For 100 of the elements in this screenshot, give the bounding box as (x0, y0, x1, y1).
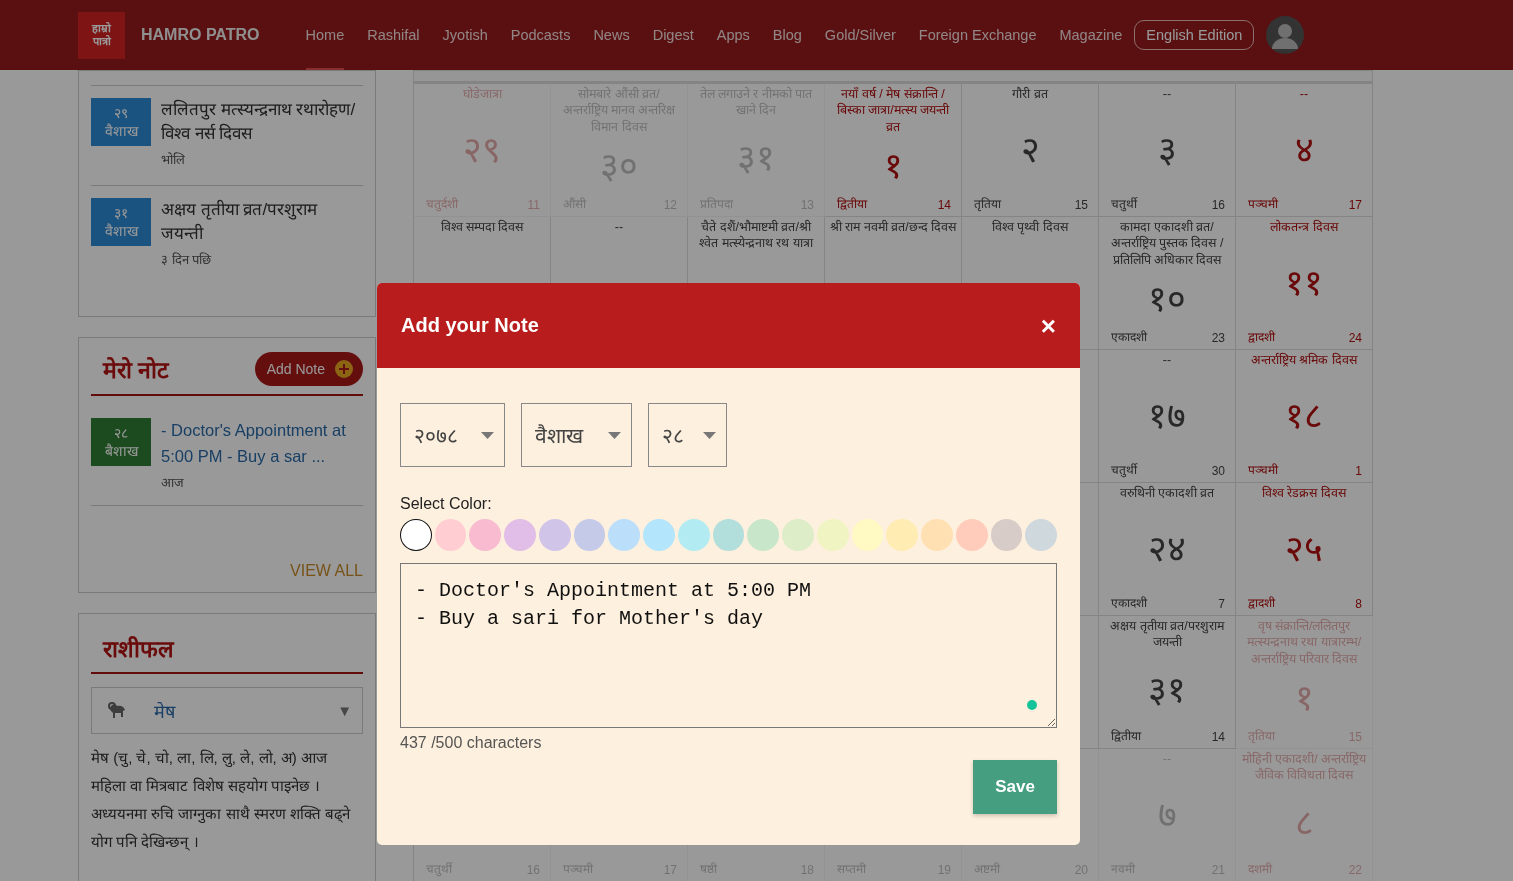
date-select[interactable]: २०७८ (400, 403, 505, 467)
color-swatch[interactable] (643, 519, 675, 551)
color-swatch[interactable] (400, 519, 432, 551)
event-label: श्री राम नवमी व्रत/छन्द दिवस (829, 219, 957, 236)
event-label: अक्षय तृतीया व्रत/परशुराम जयन्ती (1109, 618, 1226, 651)
event-label: विश्व सम्पदा दिवस (439, 219, 525, 236)
date-select[interactable]: वैशाख (521, 403, 632, 467)
note-text[interactable]: - Doctor's Appointment at 5:00 PM - Buy a sar ... (161, 418, 363, 470)
tithi-label: एकादशी (1111, 595, 1147, 611)
english-date: 14 (937, 198, 951, 212)
day-number: २ (1019, 128, 1041, 173)
english-date: 1 (1355, 464, 1362, 478)
calendar-cell[interactable]: विश्व रेडक्रस दिवस २५ द्वादशी 8 (1236, 483, 1373, 616)
color-swatch[interactable] (1025, 519, 1057, 551)
day-number: १७ (1147, 394, 1187, 439)
day-number: ४ (1293, 128, 1315, 173)
nav-link[interactable]: Magazine (1059, 0, 1123, 70)
calendar-cell[interactable]: -- ३ चतुर्थी 16 (1099, 84, 1236, 217)
event-label: गौरी व्रत (1011, 86, 1050, 103)
character-counter: 437 /500 characters (400, 734, 543, 752)
nav-link[interactable]: Blog (772, 0, 802, 70)
calendar-cell[interactable]: कामदा एकादशी व्रत/ अन्तर्राष्ट्रिय पुस्तक दिवस / प्रतिलिपि अधिकार दिवस १० एकादशी 23 (1099, 217, 1236, 350)
day-number: ३ (1156, 128, 1178, 173)
status-dot-icon (1027, 700, 1037, 710)
note-when: आज (161, 474, 185, 492)
day-number: २४ (1147, 527, 1187, 572)
event-label: लोकतन्त्र दिवस (1269, 219, 1340, 236)
day-number: ११ (1284, 261, 1324, 306)
tithi-label: द्वादशी (1248, 595, 1275, 611)
color-swatch[interactable] (608, 519, 641, 551)
color-swatch[interactable] (677, 519, 710, 551)
event-label: -- (1298, 86, 1310, 103)
calendar-cell[interactable]: वरुथिनी एकादशी व्रत २४ एकादशी 7 (1099, 483, 1236, 616)
tithi-label: द्वितीया (1111, 728, 1141, 744)
event-label: -- (613, 219, 625, 236)
calendar-cell[interactable]: -- १७ चतुर्थी 30 (1099, 350, 1236, 483)
view-all-link[interactable]: VIEW ALL (91, 562, 363, 580)
day-number: २५ (1284, 527, 1324, 572)
notes-title: मेरो नोट (103, 356, 170, 385)
day-number: १ (882, 144, 904, 189)
nav-link[interactable]: Jyotish (442, 0, 488, 70)
nav-link[interactable]: Rashifal (367, 0, 420, 70)
nav-link[interactable]: Podcasts (510, 0, 571, 70)
date-select[interactable]: २८ (648, 403, 727, 467)
color-label: Select Color: (400, 495, 493, 513)
color-swatch[interactable] (469, 519, 502, 551)
english-date: 14 (1211, 730, 1225, 744)
calendar-cell[interactable]: लोकतन्त्र दिवस ११ द्वादशी 24 (1236, 217, 1373, 350)
add-note-button[interactable]: Add Note (254, 352, 363, 386)
event-label: विश्व रेडक्रस दिवस (1261, 485, 1348, 502)
event-label: कामदा एकादशी व्रत/ अन्तर्राष्ट्रिय पुस्तक दिवस / प्रतिलिपि अधिकार दिवस (1109, 219, 1225, 268)
save-button[interactable]: Save (973, 760, 1057, 814)
color-swatch[interactable] (538, 519, 571, 551)
english-date: 15 (1074, 198, 1088, 212)
horoscope-text: मेष (चु, चे, चो, ला, लि, लु, ले, लो, अ) आज महिला वा मित्रबाट विशेष सहयोग पाइनेछ । अध्ययनमा रुचि जाग्नुका साथै स्मरण शक्ति बढ्ने योग पनि देखिन्छन् । (91, 748, 352, 853)
caret-icon (608, 431, 621, 439)
nav-link[interactable]: Gold/Silver (824, 0, 896, 70)
close-button[interactable]: × (1040, 312, 1056, 339)
color-swatch[interactable] (747, 519, 780, 551)
calendar-cell[interactable]: अन्तर्राष्ट्रिय श्रमिक दिवस १८ पञ्चमी 1 (1236, 350, 1373, 483)
calendar-cell[interactable]: अक्षय तृतीया व्रत/परशुराम जयन्ती ३१ द्वितीया 14 (1099, 616, 1236, 749)
day-number: १० (1147, 277, 1187, 322)
event-when: ३ दिन पछि (161, 250, 213, 268)
nav-link[interactable]: Digest (652, 0, 694, 70)
event-when: भोलि (161, 150, 186, 168)
calendar-cell[interactable]: नयाँ वर्ष / मेष संक्रान्ति / बिस्का जात्रा/मत्स्य जयन्ती व्रत १ द्वितीया 14 (825, 84, 962, 217)
nav-link[interactable]: Foreign Exchange (918, 0, 1037, 70)
english-date: 16 (1211, 198, 1225, 212)
nav-link[interactable]: Apps (716, 0, 750, 70)
calendar-cell[interactable]: -- ४ पञ्चमी 17 (1236, 84, 1373, 217)
day-number: ३१ (1147, 668, 1187, 713)
color-swatch[interactable] (921, 519, 953, 551)
plus-icon (335, 360, 353, 378)
event-title[interactable]: अक्षय तृतीया व्रत/परशुराम जयन्ती (161, 198, 363, 246)
sign-select[interactable]: मेष ▼ (91, 687, 363, 734)
event-label: -- (1161, 751, 1173, 768)
color-swatch[interactable] (955, 519, 988, 551)
color-swatch[interactable] (851, 519, 884, 551)
color-swatch[interactable] (434, 519, 467, 551)
tithi-label: द्वादशी (1248, 329, 1275, 345)
tithi-label: चतुर्थी (1111, 462, 1137, 478)
color-swatch[interactable] (886, 519, 919, 551)
date-badge: ३१ वैशाख (91, 198, 151, 246)
nav-link[interactable]: News (593, 0, 630, 70)
avatar-icon[interactable] (1266, 16, 1305, 54)
event-title[interactable]: ललितपुर मत्स्यन्द्रनाथ रथारोहण/विश्व नर्स दिवस (161, 98, 363, 146)
color-swatch[interactable] (573, 519, 606, 551)
color-swatch[interactable] (990, 519, 1023, 551)
note-field[interactable]: - Doctor's Appointment at 5:00 PM - Buy a sari for Mother's day (400, 563, 1057, 728)
color-swatch[interactable] (712, 519, 745, 551)
caret-icon (481, 431, 494, 439)
color-swatch[interactable] (504, 519, 536, 551)
logo[interactable]: हाम्रो पात्रो (78, 11, 125, 59)
tithi-label: एकादशी (1111, 329, 1147, 345)
edition-button[interactable]: English Edition (1134, 20, 1255, 50)
calendar-cell[interactable]: गौरी व्रत २ तृतिया 15 (962, 84, 1099, 217)
color-swatch[interactable] (782, 519, 814, 551)
day-number: १८ (1284, 394, 1324, 439)
color-swatch[interactable] (816, 519, 849, 551)
english-date: 7 (1218, 597, 1225, 611)
